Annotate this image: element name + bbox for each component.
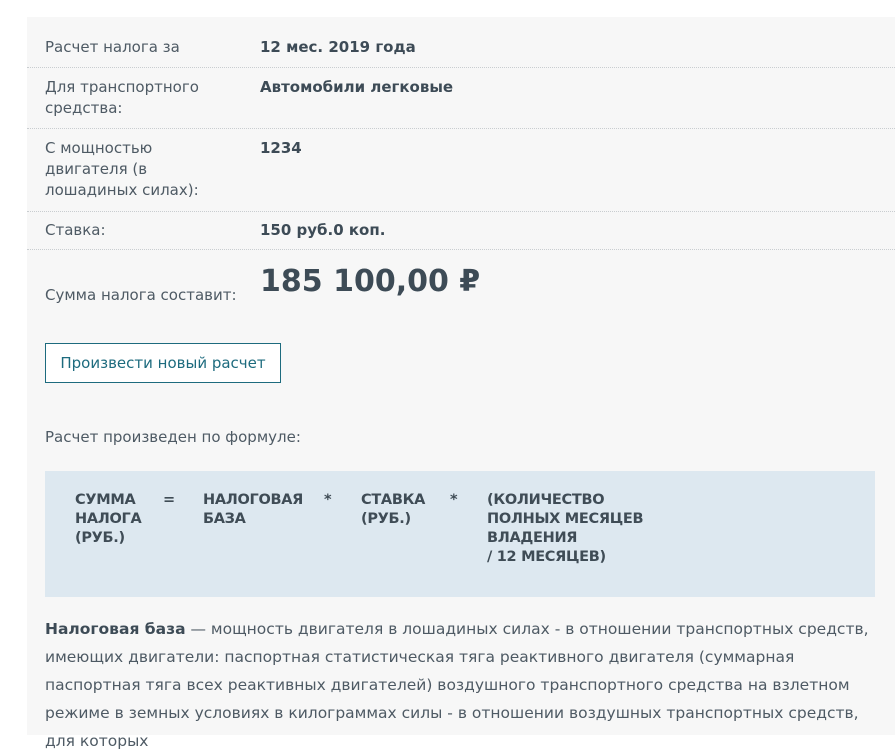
tax-base-description: Налоговая база — мощность двигателя в ло… (45, 615, 875, 755)
formula-months-ratio: (КОЛИЧЕСТВО ПОЛНЫХ МЕСЯЦЕВ ВЛАДЕНИЯ / 12… (487, 492, 644, 565)
formula-tax-sum: СУММА НАЛОГА (РУБ.) (75, 492, 142, 546)
formula-intro: Расчет произведен по формуле: (45, 428, 301, 446)
row-rate: Ставка: 150 руб.0 коп. (27, 212, 895, 250)
formula-rate: СТАВКА (РУБ.) (361, 492, 426, 527)
vehicle-type-label: Для транспортного средства: (45, 78, 199, 117)
rate-label: Ставка: (45, 221, 106, 239)
tax-base-text: — мощность двигателя в лошадиных силах -… (45, 620, 869, 750)
row-vehicle-type: Для транспортного средства: Автомобили л… (27, 68, 895, 129)
tax-result-card: Расчет налога за 12 мес. 2019 года Для т… (27, 17, 895, 750)
row-engine-power: С мощностью двигателя (в лошадиных силах… (27, 129, 895, 212)
period-value: 12 мес. 2019 года (260, 38, 416, 56)
vehicle-type-value: Автомобили легковые (260, 78, 454, 96)
engine-power-label: С мощностью двигателя (в лошадиных силах… (45, 139, 199, 199)
row-period: Расчет налога за 12 мес. 2019 года (27, 17, 895, 68)
formula-multiply: * (324, 492, 332, 508)
formula-box: СУММА НАЛОГА (РУБ.) = НАЛОГОВАЯ БАЗА * С… (45, 471, 875, 597)
engine-power-value: 1234 (260, 139, 302, 157)
tax-base-term: Налоговая база (45, 620, 186, 638)
formula-multiply: * (450, 492, 458, 508)
period-label: Расчет налога за (45, 38, 180, 56)
formula-equals: = (163, 492, 175, 508)
tax-sum-label: Сумма налога составит: (45, 286, 237, 304)
formula-tax-base: НАЛОГОВАЯ БАЗА (203, 492, 304, 527)
new-calculation-button[interactable]: Произвести новый расчет (45, 343, 281, 383)
rate-value: 150 руб.0 коп. (260, 221, 386, 239)
tax-sum-value: 185 100,00 ₽ (260, 264, 481, 299)
